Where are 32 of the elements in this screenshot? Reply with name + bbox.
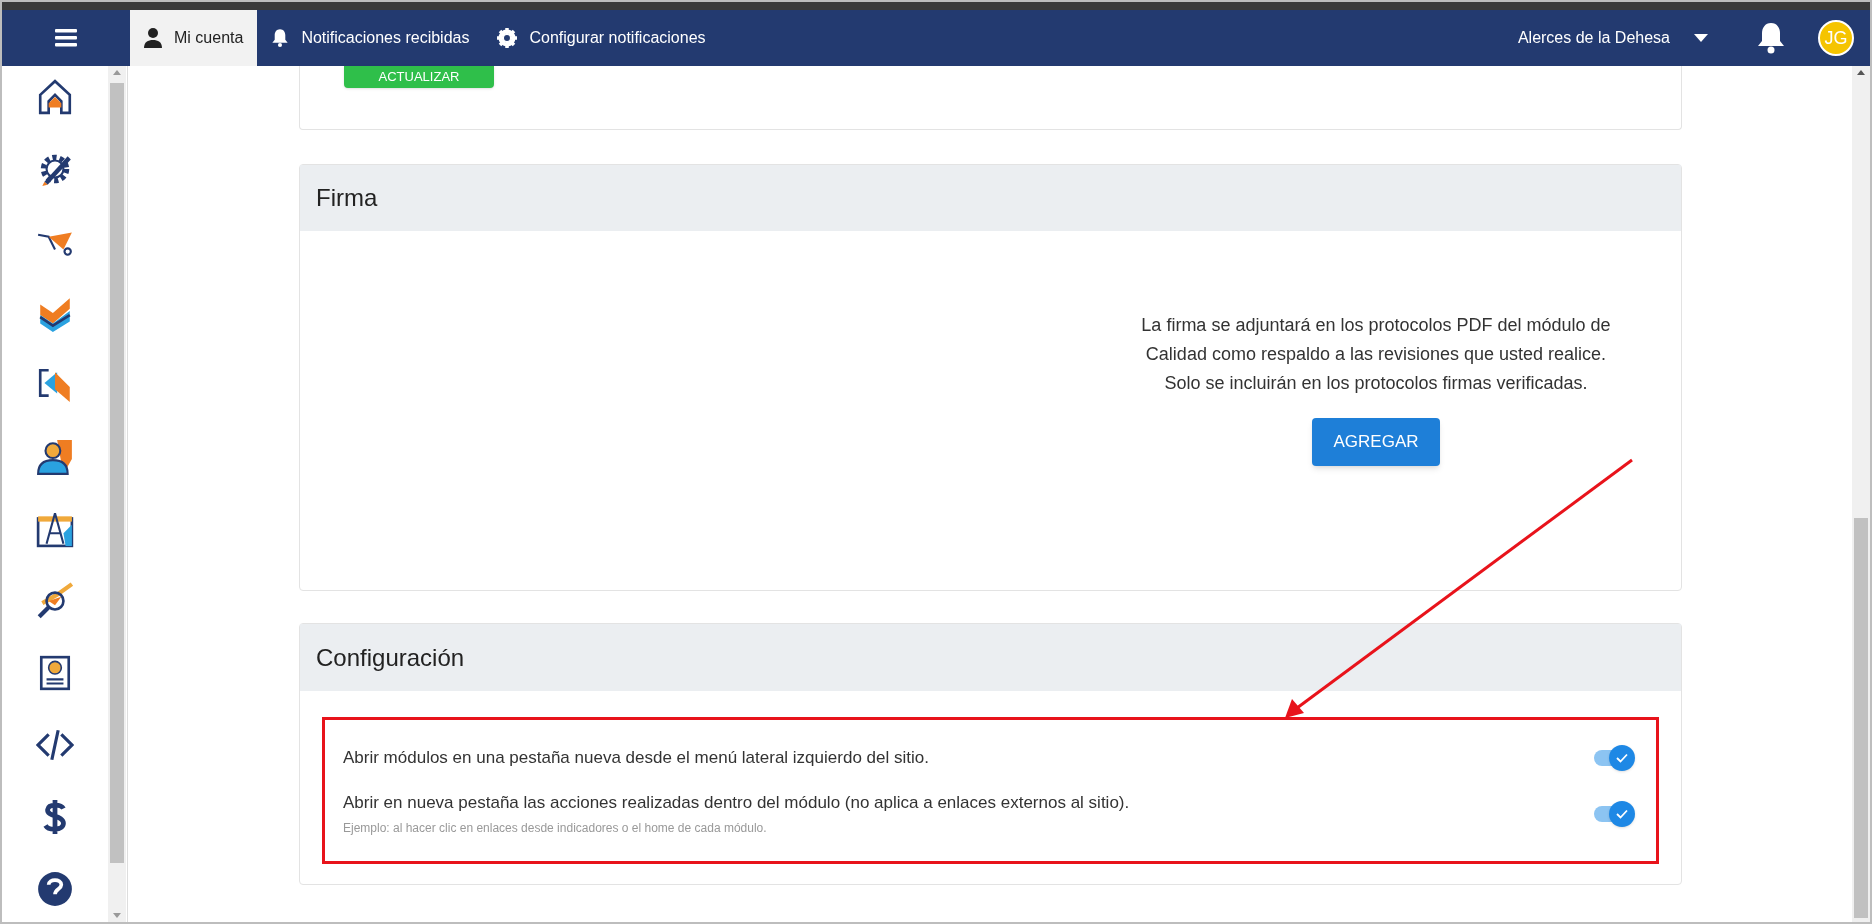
option-label: Abrir en nueva pestaña las acciones realizadas dentro del módulo (no aplica a enlaces externos al sitio). [343,791,1130,814]
magnifier-chart-icon[interactable] [36,582,74,620]
toggle-switch[interactable] [1592,799,1636,828]
bell-icon [271,28,290,48]
option-label: Abrir módulos en una pestaña nueva desde el menú lateral izquierdo del sitio. [343,747,929,769]
settings-icon [497,28,518,48]
check-icon [1616,752,1628,763]
bell-icon [1756,21,1786,55]
check-icon [1616,808,1628,819]
site-selector[interactable]: Alerces de la Dehesa [1517,10,1708,66]
tab[interactable]: Configurar notificaciones [483,10,720,66]
option-hint: Ejemplo: al hacer clic en enlaces desde indicadores o el home de cada módulo. [343,820,768,838]
toggle-switch[interactable] [1592,743,1636,772]
card-title: Firma [316,183,378,213]
card-title: Configuración [316,642,465,673]
scroll-down-icon [113,913,121,918]
tab[interactable]: Mi cuenta [130,10,258,66]
caret-icon [1694,34,1708,42]
tab[interactable]: Notificaciones recibidas [257,10,484,66]
scroll-up-icon [1857,70,1865,75]
person-icon[interactable] [36,438,74,476]
scrollbar[interactable] [1852,66,1870,922]
help-icon[interactable] [36,870,74,908]
home-icon[interactable] [36,78,74,116]
scrollbar[interactable] [108,66,126,922]
user-icon [144,28,162,48]
drafting-board-icon[interactable] [36,510,74,548]
menu-icon [55,29,77,47]
scroll-up-icon [113,70,121,75]
signature-description: La firma se adjuntará en los protocolos PDF del módulo de Calidad como respaldo a las revisiones que usted realice. Solo se incluirán en los protocolos firmas verificadas. [1141,314,1611,395]
notifications-button[interactable] [1756,21,1786,55]
add-button[interactable]: AGREGAR [1312,418,1440,466]
